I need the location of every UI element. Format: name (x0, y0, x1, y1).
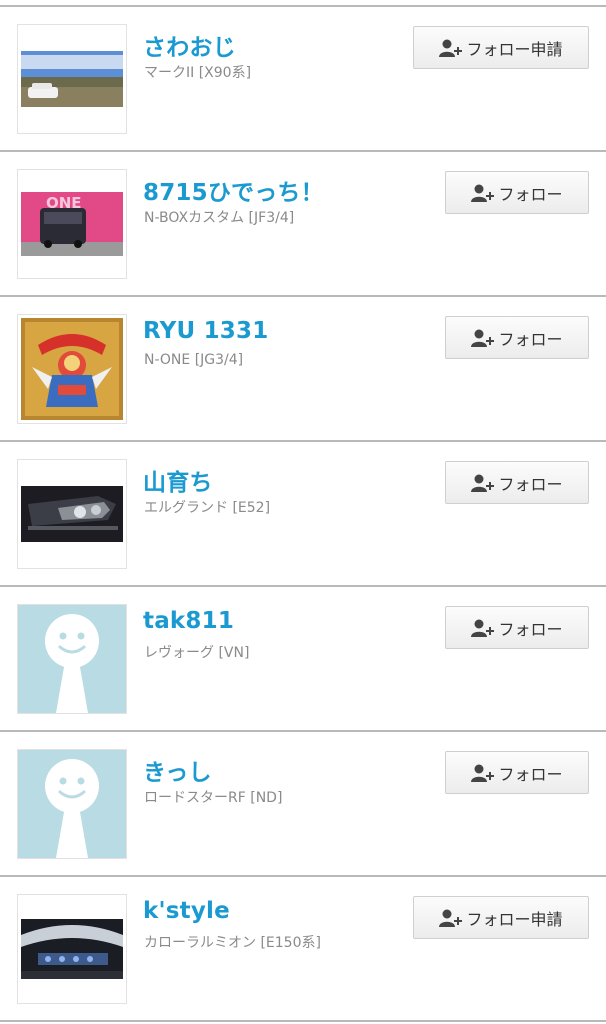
follow-button-label: フォロー (498, 619, 563, 639)
username[interactable]: RYU 1331 (143, 318, 268, 344)
car-model[interactable]: レヴォーグ [VN] (144, 642, 249, 662)
car-model[interactable]: カローラルミオン [E150系] (144, 932, 321, 952)
default-avatar-icon[interactable] (17, 749, 127, 859)
car-model[interactable]: ロードスターRF [ND] (144, 787, 282, 807)
list-item: 山育ち エルグランド [E52] フォロー (0, 442, 606, 587)
username[interactable]: 8715ひでっち！ (143, 173, 324, 207)
sticker-photo-icon[interactable] (17, 314, 127, 424)
default-avatar-icon[interactable] (17, 604, 127, 714)
car-model[interactable]: N-ONE [JG3/4] (144, 352, 243, 368)
add-user-icon (471, 183, 495, 203)
follow-button[interactable]: フォロー (445, 316, 589, 359)
follow-button[interactable]: フォロー (445, 606, 589, 649)
add-user-icon (439, 38, 463, 58)
follow-button[interactable]: フォロー (445, 751, 589, 794)
username[interactable]: きっし (143, 753, 212, 787)
car-photo-icon[interactable]: ONE (17, 169, 127, 279)
car-model[interactable]: N-BOXカスタム [JF3/4] (144, 207, 294, 227)
headlight-photo-icon[interactable] (17, 459, 127, 569)
list-item: さわおじ マークII [X90系] フォロー申請 (0, 7, 606, 152)
username[interactable]: さわおじ (143, 28, 236, 62)
divider (0, 1020, 606, 1022)
add-user-icon (471, 473, 495, 493)
add-user-icon (471, 328, 495, 348)
username[interactable]: k'style (143, 898, 230, 924)
list-item: RYU 1331 N-ONE [JG3/4] フォロー (0, 297, 606, 442)
username[interactable]: 山育ち (143, 463, 213, 497)
list-item: きっし ロードスターRF [ND] フォロー (0, 732, 606, 877)
follow-button[interactable]: フォロー (445, 461, 589, 504)
list-item: tak811 レヴォーグ [VN] フォロー (0, 587, 606, 732)
list-item: k'style カローラルミオン [E150系] フォロー申請 (0, 877, 606, 1022)
username[interactable]: tak811 (143, 608, 234, 634)
follow-request-button[interactable]: フォロー申請 (413, 26, 589, 69)
car-model[interactable]: エルグランド [E52] (144, 497, 270, 517)
add-user-icon (471, 763, 495, 783)
follow-button-label: フォロー申請 (466, 39, 563, 59)
add-user-icon (439, 908, 463, 928)
car-model[interactable]: マークII [X90系] (144, 62, 251, 82)
list-item: ONE 8715ひでっち！ N-BOXカスタム [JF3/4] フォロー (0, 152, 606, 297)
follow-button-label: フォロー (498, 329, 563, 349)
follow-button-label: フォロー申請 (466, 909, 563, 929)
follow-button-label: フォロー (498, 184, 563, 204)
follow-request-button[interactable]: フォロー申請 (413, 896, 589, 939)
follow-button-label: フォロー (498, 474, 563, 494)
add-user-icon (471, 618, 495, 638)
interior-photo-icon[interactable] (17, 894, 127, 1004)
follow-button-label: フォロー (498, 764, 563, 784)
car-photo-icon[interactable] (17, 24, 127, 134)
follow-button[interactable]: フォロー (445, 171, 589, 214)
user-list: さわおじ マークII [X90系] フォロー申請 ONE 8715ひでっち！ N… (0, 0, 606, 1024)
